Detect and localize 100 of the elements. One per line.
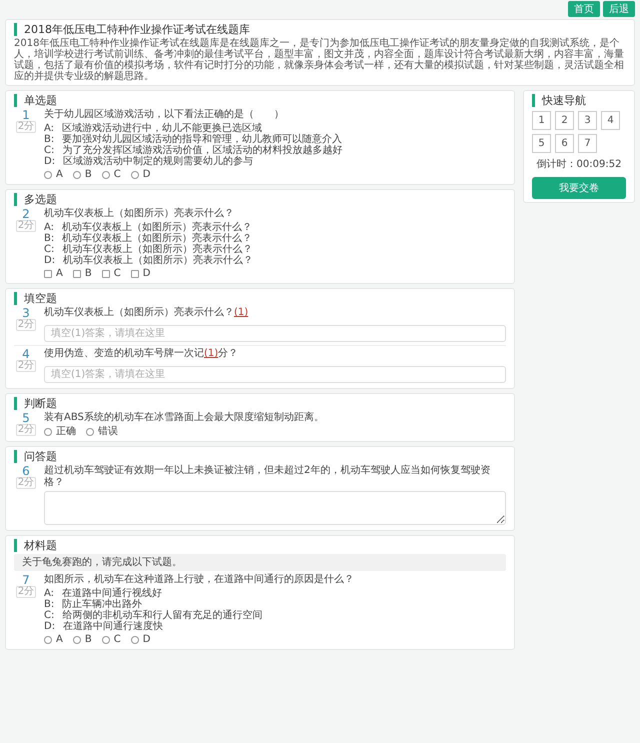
checkbox[interactable] [44, 270, 52, 278]
option-text: 在道路中间通行速度快 [63, 621, 164, 632]
option-letter: C: [44, 145, 54, 156]
question-number: 2 [22, 208, 30, 220]
score-tag: 2分 [16, 220, 36, 232]
question-nav-button[interactable]: 6 [555, 134, 574, 153]
radio-button[interactable] [102, 636, 110, 644]
question-text: 如图所示，机动车在这种道路上行驶，在道路中间通行的原因是什么？ [44, 574, 355, 586]
option-label: 正确 [56, 426, 76, 437]
answer-option[interactable]: D [130, 169, 150, 180]
answer-option[interactable]: C [102, 169, 121, 180]
answer-option[interactable]: B [72, 169, 92, 180]
option-label: D [142, 268, 150, 279]
option-text: 给两侧的非机动车和行人留有充足的通行空间 [62, 610, 262, 621]
option-letter: A: [44, 222, 54, 233]
option-label: 错误 [98, 426, 118, 437]
question-number: 6 [22, 465, 30, 477]
option-label: C [114, 169, 121, 180]
question-nav-button[interactable]: 1 [532, 111, 551, 130]
radio-button[interactable] [44, 428, 52, 436]
section-title: 单选题 [14, 94, 506, 107]
answer-option[interactable]: D [130, 268, 150, 279]
option-label: C [114, 268, 121, 279]
answer-option[interactable]: B [72, 268, 92, 279]
option-letter: C: [44, 610, 54, 621]
radio-button[interactable] [102, 170, 110, 178]
radio-button[interactable] [44, 170, 52, 178]
option-label: B [84, 169, 92, 180]
radio-button[interactable] [44, 636, 52, 644]
question-nav-button[interactable]: 3 [578, 111, 597, 130]
score-tag: 2分 [16, 360, 36, 372]
option-label: D [142, 634, 150, 645]
option-letter: D: [44, 255, 56, 266]
question-nav-button[interactable]: 4 [601, 111, 620, 130]
material-text: 关于龟兔赛跑的，请完成以下试题。 [14, 554, 506, 571]
answer-option[interactable]: A [44, 268, 63, 279]
option-label: C [114, 634, 121, 645]
checkbox[interactable] [102, 270, 110, 278]
countdown-text: 倒计时：00:09:52 [536, 159, 622, 171]
option-text: 为了充分发挥区域游戏活动价值，区域活动的材料投放越多越好 [62, 145, 342, 156]
radio-button[interactable] [72, 636, 81, 644]
checkbox[interactable] [72, 270, 81, 278]
question-number: 1 [22, 109, 30, 121]
option-label: A [56, 268, 63, 279]
option-label: B [84, 634, 92, 645]
section-title: 填空题 [14, 292, 506, 305]
question-nav-button[interactable]: 5 [532, 134, 551, 153]
score-tag: 2分 [16, 121, 36, 133]
option-text: 机动车仪表板上（如图所示）亮表示什么？ [62, 222, 252, 233]
option-text: 区域游戏活动进行中，幼儿不能更换已选区域 [62, 123, 262, 134]
answer-option[interactable]: D [130, 634, 150, 645]
option-text: 机动车仪表板上（如图所示）亮表示什么？ [63, 255, 254, 266]
answer-option[interactable]: A [44, 169, 63, 180]
question-nav-button[interactable]: 7 [578, 134, 597, 153]
option-letter: A: [44, 123, 54, 134]
question-text: 机动车仪表板上（如图所示）亮表示什么？ [44, 208, 235, 220]
option-label: A [56, 169, 63, 180]
option-letter: B: [44, 233, 54, 244]
radio-button[interactable] [72, 170, 81, 178]
option-text: 防止车辆冲出路外 [62, 599, 142, 610]
option-label: D [142, 169, 150, 180]
score-tag: 2分 [16, 319, 36, 331]
option-label: A [56, 634, 63, 645]
answer-option[interactable]: C [102, 268, 121, 279]
option-text: 机动车仪表板上（如图所示）亮表示什么？ [62, 233, 252, 244]
answer-option[interactable]: B [72, 634, 92, 645]
score-tag: 2分 [16, 586, 36, 598]
question-text: 超过机动车驾驶证有效期一年以上未换证被注销，但未超过2年的，机动车驾驶人应当如何恢复驾驶资格？ [44, 465, 492, 489]
option-text: 区域游戏活动中制定的规则需要幼儿的参与 [63, 156, 254, 167]
option-letter: B: [44, 134, 54, 145]
question-text: 机动车仪表板上（如图所示）亮表示什么？(1) [44, 307, 250, 319]
score-tag: 2分 [16, 424, 36, 436]
option-label: B [84, 268, 92, 279]
question-number: 4 [22, 348, 30, 360]
answer-input[interactable]: 填空(1)答案，请填在这里 [44, 325, 506, 342]
option-letter: D: [44, 621, 56, 632]
answer-input[interactable]: 填空(1)答案，请填在这里 [44, 366, 506, 383]
question-text: 装有ABS系统的机动车在冰雪路面上会最大限度缩短制动距离。 [44, 412, 325, 424]
radio-button[interactable] [130, 636, 139, 644]
option-letter: C: [44, 244, 54, 255]
answer-option[interactable]: 错误 [86, 426, 118, 437]
question-nav-button[interactable]: 2 [555, 111, 574, 130]
section-title: 判断题 [14, 397, 506, 410]
option-letter: A: [44, 588, 54, 599]
answer-option[interactable]: 正确 [44, 426, 76, 437]
question-number: 5 [22, 412, 30, 424]
answer-option[interactable]: C [102, 634, 121, 645]
radio-button[interactable] [130, 170, 139, 178]
question-number: 7 [22, 574, 30, 586]
option-text: 机动车仪表板上（如图所示）亮表示什么？ [62, 244, 252, 255]
answer-option[interactable]: A [44, 634, 63, 645]
checkbox[interactable] [130, 270, 139, 278]
radio-button[interactable] [86, 428, 94, 436]
exam-intro: 2018年低压电工特种作业操作证考试在线题库是在线题库之一，是专门为参加低压电工操作证考试的朋友量身定做的自我测试系统，是个人，培训学校进行考试前训练、备考冲刺的最佳考试平台，题型丰富，图文并茂，内容全面，题库设计符合考试最新大纲，内容丰富，海量试题，包括了最有价值的模拟考场，软件有记时打分的功能，就像亲身体会考试一样，还有大量的模拟试题，针对某些制题，灵活试题全相应的并提供专业级的解题思路。 [14, 38, 625, 82]
option-letter: D: [44, 156, 56, 167]
option-letter: B: [44, 599, 54, 610]
question-number: 3 [22, 307, 30, 319]
score-tag: 2分 [16, 477, 36, 489]
exam-title: 2018年低压电工特种作业操作证考试在线题库 [14, 23, 626, 36]
section-title: 多选题 [14, 193, 506, 206]
